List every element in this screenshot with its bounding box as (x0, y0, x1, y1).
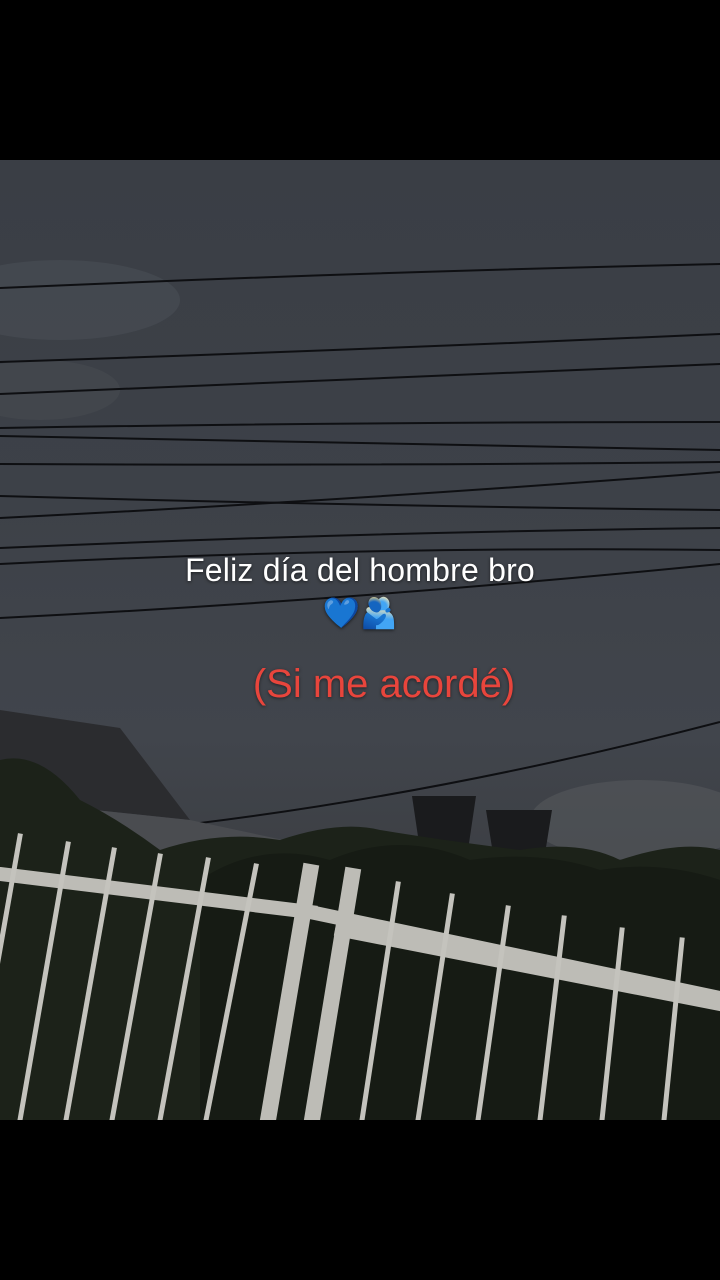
letterbox-top (0, 0, 720, 160)
caption-emoji: 💙🫂 (322, 597, 398, 630)
cloud (0, 260, 180, 340)
caption-sub: (Si me acordé) (252, 662, 516, 706)
caption-main: Feliz día del hombre bro (185, 552, 535, 588)
background-photo (0, 160, 720, 1120)
scene-illustration (0, 260, 720, 1120)
letterbox-bottom (0, 1120, 720, 1280)
